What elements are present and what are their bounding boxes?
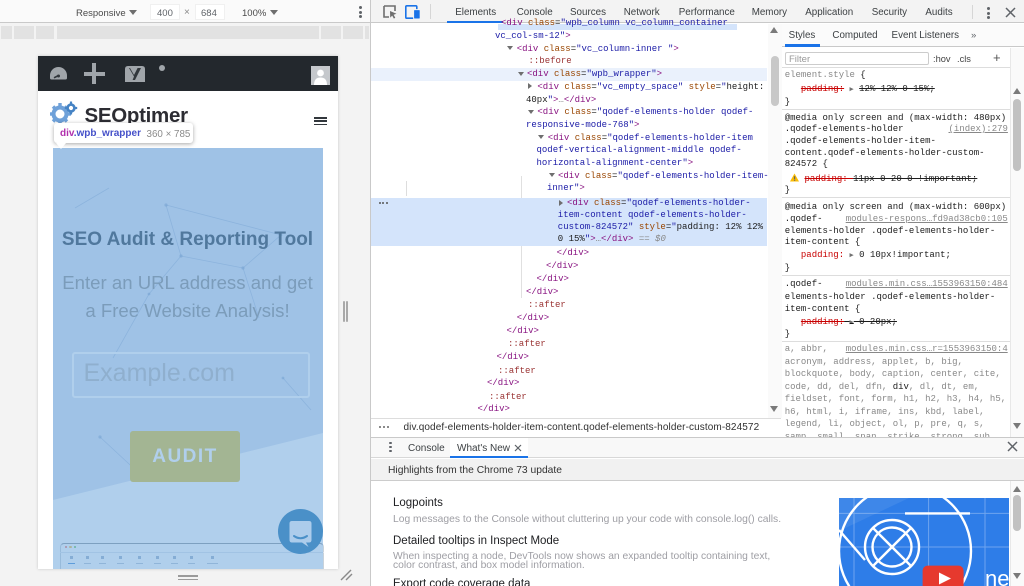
svg-text:ne: ne [985,566,1009,586]
